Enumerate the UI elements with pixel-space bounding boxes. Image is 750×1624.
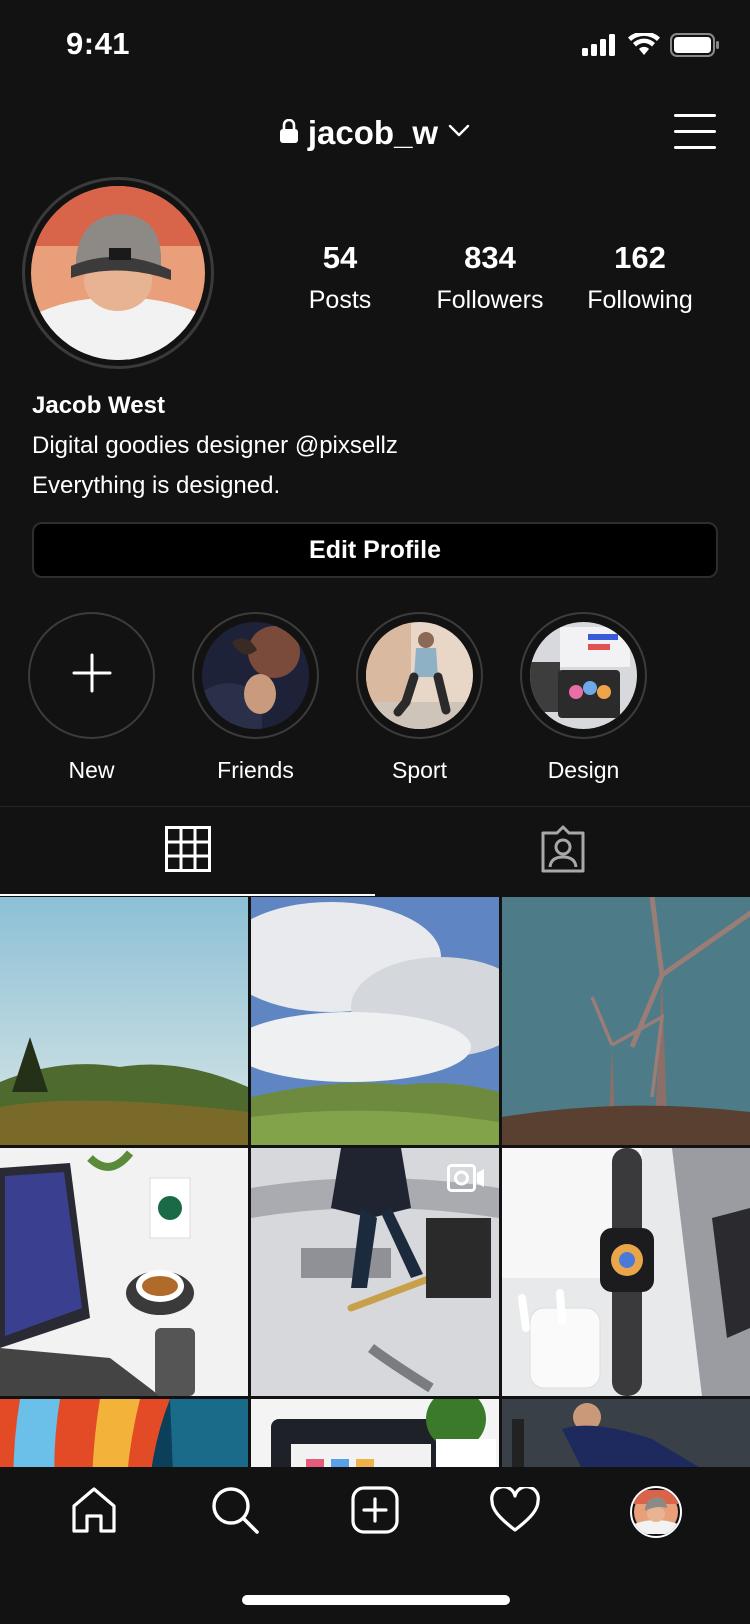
nav-activity[interactable] [480,1477,550,1547]
profile-header: jacob_w [0,100,750,170]
profile-avatar[interactable] [22,177,214,369]
tab-tagged[interactable] [375,807,750,896]
nav-profile[interactable] [621,1477,691,1547]
account-switcher[interactable]: jacob_w [0,114,750,152]
home-indicator[interactable] [242,1595,510,1605]
post-thumbnail[interactable] [502,1148,750,1396]
highlight-ring [356,612,483,739]
tagged-icon [539,825,587,878]
home-icon [70,1486,118,1539]
signal-icon [582,33,618,61]
plus-icon [72,653,112,698]
highlight-ring [192,612,319,739]
nav-home[interactable] [59,1477,129,1547]
heart-icon [490,1484,541,1538]
username: jacob_w [307,114,439,151]
profile-bio: Jacob West Digital goodies designer @pix… [32,392,722,500]
post-thumbnail[interactable] [0,897,248,1145]
avatar-photo [31,186,205,360]
chevron-down-icon [448,124,470,143]
highlight-ring [520,612,647,739]
followers-stat[interactable]: 834 Followers [415,240,565,315]
bio-line: Everything is designed. [32,472,281,499]
search-icon [210,1485,260,1540]
battery-icon [670,32,720,62]
highlight-sport[interactable]: Sport [356,612,483,784]
lock-icon [279,118,298,148]
post-thumbnail[interactable] [0,1148,248,1396]
status-bar: 9:41 [0,0,750,90]
highlight-label: New [68,757,115,783]
nav-add-post[interactable] [340,1477,410,1547]
bio-line: Digital goodies designer @pixsellz [32,432,398,459]
edit-profile-button[interactable]: Edit Profile [32,522,718,578]
tab-posts-grid[interactable] [0,807,375,896]
add-post-icon [351,1485,399,1539]
nav-search[interactable] [200,1477,270,1547]
posts-count: 54 [322,240,358,275]
highlight-cover [366,622,473,729]
followers-label: Followers [436,286,544,314]
following-stat[interactable]: 162 Following [565,240,715,315]
highlight-label: Friends [217,757,294,783]
bottom-nav [0,1467,750,1624]
profile-stats: 54 Posts 834 Followers 162 Following [265,240,715,315]
reel-icon [447,1164,485,1192]
grid-icon [164,826,211,877]
wifi-icon [628,30,660,62]
highlight-friends[interactable]: Friends [192,612,319,784]
display-name: Jacob West [32,392,165,419]
highlight-new-ring [28,612,155,739]
posts-stat[interactable]: 54 Posts [265,240,415,315]
highlight-label: Sport [392,757,447,783]
followers-count: 834 [464,240,516,275]
following-count: 162 [614,240,666,275]
highlight-new[interactable]: New [28,612,155,784]
highlight-label: Design [547,757,620,783]
posts-label: Posts [308,286,372,314]
post-thumbnail[interactable] [251,1148,499,1396]
post-thumbnail[interactable] [502,897,750,1145]
status-time: 9:41 [66,26,131,61]
profile-avatar [629,1486,682,1538]
profile-tabs [0,806,750,896]
status-icons [582,30,720,62]
highlight-design[interactable]: Design [520,612,647,784]
following-label: Following [587,286,693,314]
story-highlights: New Friends Sport Design [28,612,647,784]
menu-icon[interactable] [674,114,716,150]
post-thumbnail[interactable] [251,897,499,1145]
highlight-cover [202,622,309,729]
highlight-cover [530,622,637,729]
